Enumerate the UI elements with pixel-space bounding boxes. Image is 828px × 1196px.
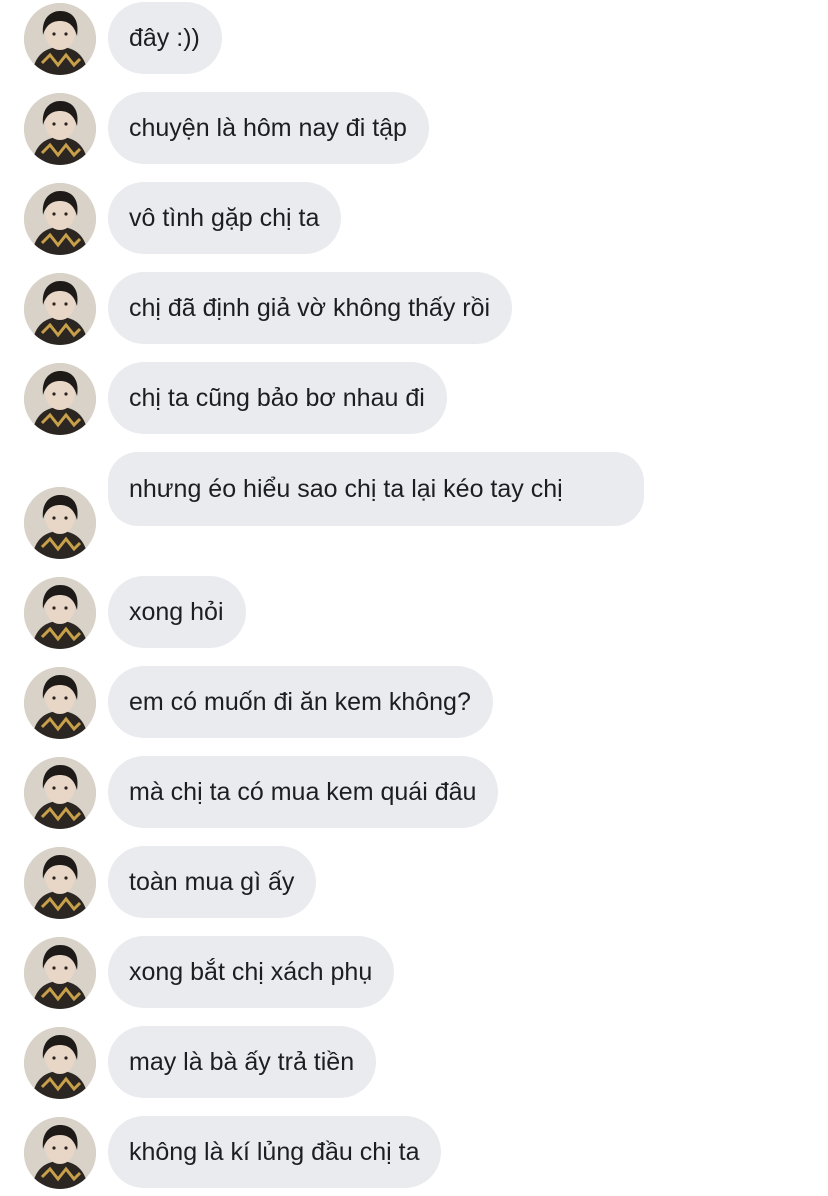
message-text: xong bắt chị xách phụ bbox=[129, 958, 373, 986]
message-text: vô tình gặp chị ta bbox=[129, 204, 320, 232]
avatar-photo-icon bbox=[24, 937, 96, 1009]
avatar[interactable] bbox=[24, 273, 96, 345]
message-bubble[interactable]: chị ta cũng bảo bơ nhau đi bbox=[108, 362, 447, 434]
message-text: chuyện là hôm nay đi tập bbox=[129, 114, 407, 142]
message-bubble[interactable]: đây :)) bbox=[108, 2, 222, 74]
message-bubble[interactable]: xong bắt chị xách phụ bbox=[108, 936, 395, 1008]
avatar[interactable] bbox=[24, 757, 96, 829]
avatar[interactable] bbox=[24, 847, 96, 919]
avatar-photo-icon bbox=[24, 847, 96, 919]
message-bubble[interactable]: mà chị ta có mua kem quái đâu bbox=[108, 756, 499, 828]
avatar-photo-icon bbox=[24, 667, 96, 739]
avatar-photo-icon bbox=[24, 757, 96, 829]
message-text: em có muốn đi ăn kem không? bbox=[129, 688, 471, 716]
avatar-photo-icon bbox=[24, 93, 96, 165]
avatar-photo-icon bbox=[24, 577, 96, 649]
avatar-photo-icon bbox=[24, 3, 96, 75]
avatar-photo-icon bbox=[24, 1117, 96, 1189]
message-bubble[interactable]: không là kí lủng đầu chị ta bbox=[108, 1116, 442, 1188]
message-bubble[interactable]: nhưng éo hiểu sao chị ta lại kéo tay chị bbox=[108, 452, 644, 526]
message-bubble[interactable]: vô tình gặp chị ta bbox=[108, 182, 342, 254]
avatar[interactable] bbox=[24, 1027, 96, 1099]
avatar[interactable] bbox=[24, 3, 96, 75]
avatar-photo-icon bbox=[24, 487, 96, 559]
avatar[interactable] bbox=[24, 363, 96, 435]
message-thread: đây :)) chuyện là hôm nay đi tập vô tình… bbox=[0, 0, 828, 1196]
message-text: toàn mua gì ấy bbox=[129, 868, 295, 896]
message-bubble[interactable]: chị đã định giả vờ không thấy rồi bbox=[108, 272, 513, 344]
avatar[interactable] bbox=[24, 93, 96, 165]
avatar-photo-icon bbox=[24, 363, 96, 435]
avatar[interactable] bbox=[24, 577, 96, 649]
message-bubble[interactable]: toàn mua gì ấy bbox=[108, 846, 317, 918]
avatar[interactable] bbox=[24, 937, 96, 1009]
message-text: chị đã định giả vờ không thấy rồi bbox=[129, 294, 491, 322]
message-bubble[interactable]: may là bà ấy trả tiền bbox=[108, 1026, 377, 1098]
message-text: đây :)) bbox=[129, 24, 200, 52]
message-text: mà chị ta có mua kem quái đâu bbox=[129, 778, 477, 806]
avatar[interactable] bbox=[24, 487, 96, 559]
message-bubble[interactable]: chuyện là hôm nay đi tập bbox=[108, 92, 429, 164]
avatar[interactable] bbox=[24, 667, 96, 739]
message-text: xong hỏi bbox=[129, 598, 224, 626]
avatar[interactable] bbox=[24, 183, 96, 255]
message-bubble[interactable]: xong hỏi bbox=[108, 576, 246, 648]
avatar[interactable] bbox=[24, 1117, 96, 1189]
avatar-photo-icon bbox=[24, 1027, 96, 1099]
message-text: nhưng éo hiểu sao chị ta lại kéo tay chị bbox=[129, 475, 563, 503]
avatar-photo-icon bbox=[24, 273, 96, 345]
message-bubble[interactable]: em có muốn đi ăn kem không? bbox=[108, 666, 493, 738]
message-text: không là kí lủng đầu chị ta bbox=[129, 1138, 420, 1166]
message-text: chị ta cũng bảo bơ nhau đi bbox=[129, 384, 425, 412]
avatar-photo-icon bbox=[24, 183, 96, 255]
message-text: may là bà ấy trả tiền bbox=[129, 1048, 355, 1076]
